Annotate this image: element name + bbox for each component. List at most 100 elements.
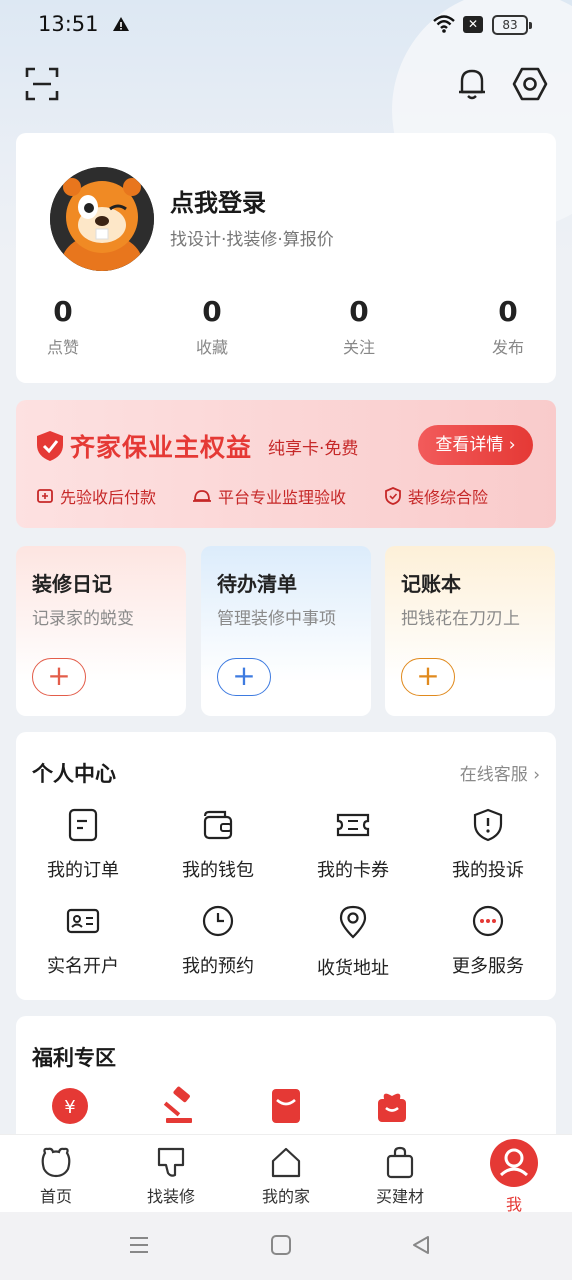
benefit-label: 装修综合险 <box>408 488 489 507</box>
personal-center-card: 个人中心 在线客服 › 我的订单 我的钱包 我的卡券 我的投诉 实名开户 我的预… <box>16 732 556 1000</box>
tab-my-home[interactable]: 我的家 <box>236 1145 336 1207</box>
location-icon <box>339 905 367 939</box>
online-service-link[interactable]: 在线客服 › <box>460 760 540 785</box>
grid-item-label: 更多服务 <box>452 956 524 977</box>
tool-subtitle: 管理装修中事项 <box>217 609 336 629</box>
stat-label: 关注 <box>342 338 375 357</box>
system-navigation-bar <box>0 1212 572 1280</box>
thumb-icon <box>157 1147 185 1177</box>
wallet-icon <box>203 810 233 840</box>
profile-card[interactable]: 点我登录 找设计·找装修·算报价 0 点赞 0 收藏 0 关注 0 发布 <box>16 133 556 383</box>
grid-item-coupons[interactable]: 我的卡券 <box>293 808 413 882</box>
login-subtitle: 找设计·找装修·算报价 <box>170 230 334 250</box>
sim-x-icon: ✕ <box>463 16 483 33</box>
tool-title: 待办清单 <box>217 572 297 596</box>
id-card-icon <box>66 908 100 934</box>
grid-item-realname[interactable]: 实名开户 <box>23 904 143 978</box>
rights-title: 齐家保业主权益 <box>70 433 253 462</box>
login-title[interactable]: 点我登录 <box>170 183 266 218</box>
benefit-label: 平台专业监理验收 <box>218 488 347 507</box>
avatar[interactable] <box>50 167 154 271</box>
status-time: 13:51 <box>38 12 99 36</box>
grid-item-complaint[interactable]: 我的投诉 <box>428 808 548 882</box>
stat-value: 0 <box>498 295 518 328</box>
grid-item-more[interactable]: 更多服务 <box>428 904 548 978</box>
grid-item-label: 我的订单 <box>47 860 119 881</box>
stat-value: 0 <box>53 295 73 328</box>
svg-text:¥: ¥ <box>64 1097 75 1118</box>
shield-icon <box>37 431 63 461</box>
tab-home[interactable]: 首页 <box>6 1145 106 1207</box>
home-bear-icon <box>41 1147 71 1178</box>
stat-value: 0 <box>349 295 369 328</box>
tool-card-todo[interactable]: 待办清单 管理装修中事项 + <box>201 546 371 716</box>
stat-posts[interactable]: 0 发布 <box>458 295 558 358</box>
tool-subtitle: 记录家的蜕变 <box>32 609 134 629</box>
stat-label: 点赞 <box>46 338 79 357</box>
menu-icon[interactable] <box>128 1234 150 1256</box>
stat-label: 收藏 <box>195 338 228 357</box>
back-triangle-icon[interactable] <box>410 1234 432 1256</box>
payment-icon <box>37 489 53 503</box>
grid-item-label: 我的预约 <box>182 956 254 977</box>
stat-following[interactable]: 0 关注 <box>309 295 409 358</box>
benefit-item: 装修综合险 <box>384 484 488 508</box>
house-icon <box>271 1147 301 1178</box>
auction-hammer-icon[interactable] <box>160 1086 200 1126</box>
rights-tag: 纯享卡·免费 <box>268 439 359 459</box>
grid-item-orders[interactable]: 我的订单 <box>23 808 143 882</box>
warning-icon <box>113 17 129 31</box>
tool-title: 装修日记 <box>32 572 112 596</box>
gear-icon[interactable] <box>512 66 548 102</box>
tab-find-renovation[interactable]: 找装修 <box>121 1145 221 1207</box>
home-square-icon[interactable] <box>270 1234 292 1256</box>
grid-item-label: 我的卡券 <box>317 860 389 881</box>
grid-item-wallet[interactable]: 我的钱包 <box>158 808 278 882</box>
bell-icon[interactable] <box>456 66 488 102</box>
tab-me[interactable]: 我 <box>464 1139 564 1215</box>
tool-card-ledger[interactable]: 记账本 把钱花在刀刃上 + <box>385 546 555 716</box>
add-diary-button[interactable]: + <box>32 658 86 696</box>
add-ledger-button[interactable]: + <box>401 658 455 696</box>
add-todo-button[interactable]: + <box>217 658 271 696</box>
benefit-label: 先验收后付款 <box>60 488 157 507</box>
stat-favorites[interactable]: 0 收藏 <box>162 295 262 358</box>
tool-card-diary[interactable]: 装修日记 记录家的蜕变 + <box>16 546 186 716</box>
tool-title: 记账本 <box>401 572 461 596</box>
status-bar: 13:51 ✕ 83 <box>0 0 572 52</box>
bag-icon <box>386 1146 414 1179</box>
grid-item-address[interactable]: 收货地址 <box>293 904 413 980</box>
benefit-item: 平台专业监理验收 <box>192 484 346 508</box>
red-packet-icon[interactable] <box>266 1086 306 1126</box>
stat-label: 发布 <box>491 338 524 357</box>
bottom-tab-bar: 首页 找装修 我的家 买建材 我 <box>0 1134 572 1215</box>
view-details-button[interactable]: 查看详情 › <box>418 425 533 465</box>
owner-rights-banner[interactable]: 齐家保业主权益 纯享卡·免费 查看详情 › 先验收后付款 平台专业监理验收 装修… <box>16 400 556 528</box>
gift-box-icon[interactable] <box>372 1086 412 1126</box>
stat-likes[interactable]: 0 点赞 <box>13 295 113 358</box>
order-icon <box>68 808 98 842</box>
tab-building-materials[interactable]: 买建材 <box>350 1145 450 1207</box>
tab-label: 找装修 <box>146 1187 195 1206</box>
grid-item-appointment[interactable]: 我的预约 <box>158 904 278 978</box>
grid-item-label: 实名开户 <box>47 956 119 977</box>
battery-icon: 83 <box>492 15 532 35</box>
tab-label: 我的家 <box>261 1187 310 1206</box>
benefit-item: 先验收后付款 <box>36 484 156 508</box>
tab-label: 首页 <box>39 1187 72 1206</box>
personal-center-title: 个人中心 <box>32 762 116 786</box>
clock-icon <box>202 905 234 937</box>
tab-label: 买建材 <box>375 1187 424 1206</box>
stat-value: 0 <box>202 295 222 328</box>
helmet-icon <box>193 490 211 502</box>
grid-item-label: 我的投诉 <box>452 860 524 881</box>
yuan-coin-icon[interactable]: ¥ <box>50 1086 90 1126</box>
insurance-icon <box>385 487 401 505</box>
grid-item-label: 我的钱包 <box>182 860 254 881</box>
scan-icon[interactable] <box>24 66 60 102</box>
welfare-title: 福利专区 <box>32 1046 116 1070</box>
grid-item-label: 收货地址 <box>317 958 389 979</box>
me-avatar-icon <box>490 1139 538 1187</box>
coupon-icon <box>336 813 370 837</box>
complaint-icon <box>473 808 503 842</box>
